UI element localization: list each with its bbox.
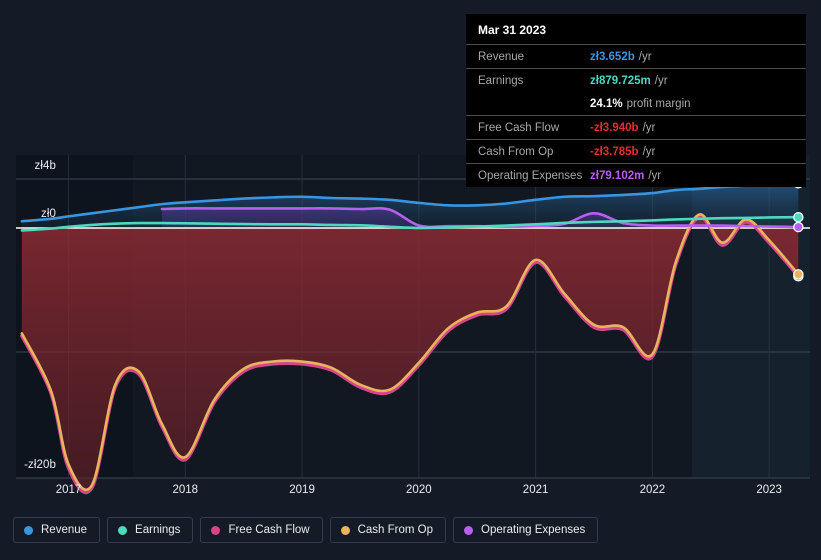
legend-item-label: Cash From Op: [357, 524, 434, 536]
legend-item-earnings[interactable]: Earnings: [107, 517, 194, 543]
tooltip-row-value: -zł3.940b: [590, 121, 639, 134]
tooltip-row-label: Operating Expenses: [478, 169, 583, 182]
legend-color-dot: [340, 525, 350, 535]
tooltip-row: Free Cash Flow -zł3.940b/yr: [466, 115, 806, 139]
tooltip-row-unit: /yr: [642, 145, 656, 158]
legend-item-cash-from-op[interactable]: Cash From Op: [329, 517, 447, 543]
legend-item-label: Revenue: [41, 524, 88, 536]
x-axis-tick: 2017: [55, 484, 82, 496]
x-axis-tick: 2018: [172, 484, 199, 496]
tooltip-row-label: Earnings: [478, 74, 524, 87]
tooltip-rows: Revenue zł3.652b/yr Earnings zł879.725m/yr 2…: [466, 44, 806, 187]
financial-chart-widget: zł4b zł0 -zł20b 2017 2018 2019 2020 2021 2022 202…: [0, 0, 821, 560]
legend-color-dot: [118, 525, 128, 535]
y-axis-tick: -zł20b: [24, 459, 56, 471]
x-axis-tick: 2021: [522, 484, 549, 496]
tooltip-row-value: zł79.102m: [590, 169, 645, 182]
x-axis-tick: 2019: [289, 484, 315, 496]
x-axis-tick: 2020: [406, 484, 432, 496]
tooltip-row: Cash From Op -zł3.785b/yr: [466, 139, 806, 163]
tooltip-row: Earnings zł879.725m/yr: [466, 68, 806, 92]
y-axis-tick: zł4b: [34, 160, 56, 172]
tooltip-row-unit: /yr: [638, 50, 652, 63]
legend-color-dot: [464, 525, 474, 535]
tooltip-row: 24.1% profit margin: [466, 92, 806, 115]
tooltip-row-value: -zł3.785b: [590, 145, 639, 158]
x-axis-tick: 2022: [639, 484, 666, 496]
y-axis-tick: zł0: [40, 208, 56, 220]
x-axis-tick: 2023: [756, 484, 782, 496]
tooltip-row-value: zł3.652b: [590, 50, 635, 63]
tooltip-row-value: zł879.725m: [590, 74, 651, 87]
tooltip-row-label: Revenue: [478, 50, 525, 63]
chart-tooltip: Mar 31 2023 Revenue zł3.652b/yr Earnings zł…: [466, 14, 806, 187]
tooltip-row-value: 24.1%: [590, 97, 623, 110]
tooltip-row-unit: /yr: [654, 74, 668, 87]
tooltip-row: Operating Expenses zł79.102m/yr: [466, 163, 806, 187]
legend-item-label: Free Cash Flow: [228, 524, 310, 536]
legend-color-dot: [211, 525, 221, 535]
chart-legend: Revenue Earnings Free Cash Flow Cash From O…: [13, 517, 599, 543]
tooltip-date: Mar 31 2023: [478, 23, 547, 37]
legend-item-label: Operating Expenses: [481, 524, 586, 536]
tooltip-row-unit: /yr: [648, 169, 662, 182]
legend-color-dot: [24, 525, 33, 535]
tooltip-row-unit: profit margin: [626, 97, 691, 110]
legend-item-operating-expenses[interactable]: Operating Expenses: [453, 517, 599, 543]
tooltip-row-label: Free Cash Flow: [478, 121, 560, 134]
tooltip-row: Revenue zł3.652b/yr: [466, 44, 806, 68]
tooltip-row-unit: /yr: [642, 121, 656, 134]
legend-item-label: Earnings: [135, 524, 181, 536]
tooltip-row-label: Cash From Op: [478, 145, 554, 158]
legend-item-free-cash-flow[interactable]: Free Cash Flow: [200, 517, 323, 543]
legend-item-revenue[interactable]: Revenue: [13, 517, 101, 543]
